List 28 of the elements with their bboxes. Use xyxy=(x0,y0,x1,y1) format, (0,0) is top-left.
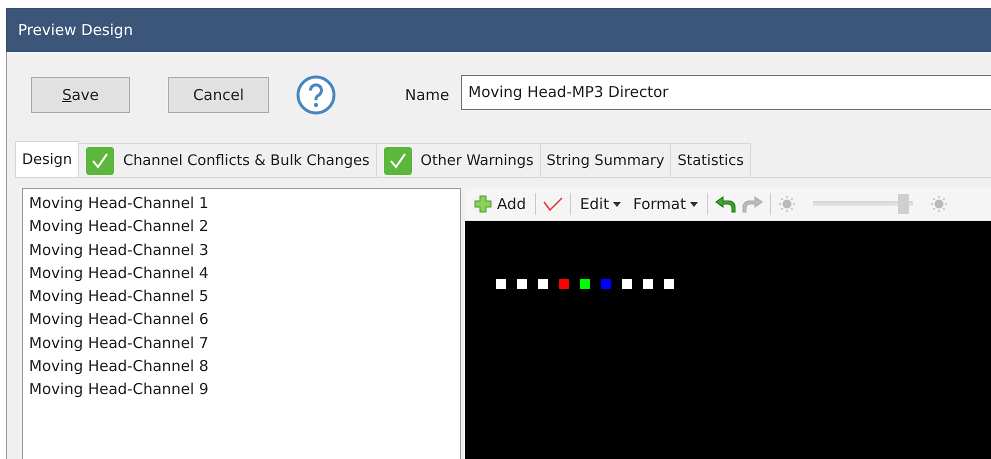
tab[interactable]: Other Warnings xyxy=(376,143,540,177)
list-item[interactable]: Moving Head-Channel 3 xyxy=(29,238,454,262)
add-button[interactable]: Add xyxy=(470,190,530,218)
list-item[interactable]: Moving Head-Channel 7 xyxy=(29,332,454,356)
list-item[interactable]: Moving Head-Channel 4 xyxy=(29,262,454,286)
caret-icon xyxy=(690,202,698,206)
edit-menu[interactable]: Edit xyxy=(577,190,624,218)
sun-icon[interactable] xyxy=(776,194,797,214)
save-button[interactable]: Save xyxy=(31,77,130,113)
tab[interactable]: Statistics xyxy=(670,143,751,177)
name-label: Name xyxy=(405,86,450,104)
list-item[interactable]: Moving Head-Channel 8 xyxy=(29,355,454,378)
sun-icon[interactable] xyxy=(928,194,949,214)
cancel-button[interactable]: Cancel xyxy=(168,77,269,113)
tab[interactable]: Channel Conflicts & Bulk Changes xyxy=(78,143,377,177)
list-item[interactable]: Moving Head-Channel 5 xyxy=(29,285,454,308)
undo-icon[interactable] xyxy=(714,194,736,214)
list-item[interactable]: Moving Head-Channel 9 xyxy=(29,378,454,402)
list-item[interactable]: Moving Head-Channel 6 xyxy=(29,308,454,332)
window-title: Preview Design xyxy=(18,21,133,39)
plus-icon xyxy=(473,194,493,214)
name-field[interactable]: Moving Head-MP3 Director xyxy=(461,74,991,110)
list-item[interactable]: Moving Head-Channel 2 xyxy=(29,215,454,239)
list-item[interactable]: Moving Head-Channel 1 xyxy=(29,192,454,216)
tab[interactable]: Design xyxy=(15,141,80,177)
format-menu[interactable]: Format xyxy=(630,190,701,218)
help-icon[interactable] xyxy=(295,74,337,116)
caret-icon xyxy=(613,202,622,206)
